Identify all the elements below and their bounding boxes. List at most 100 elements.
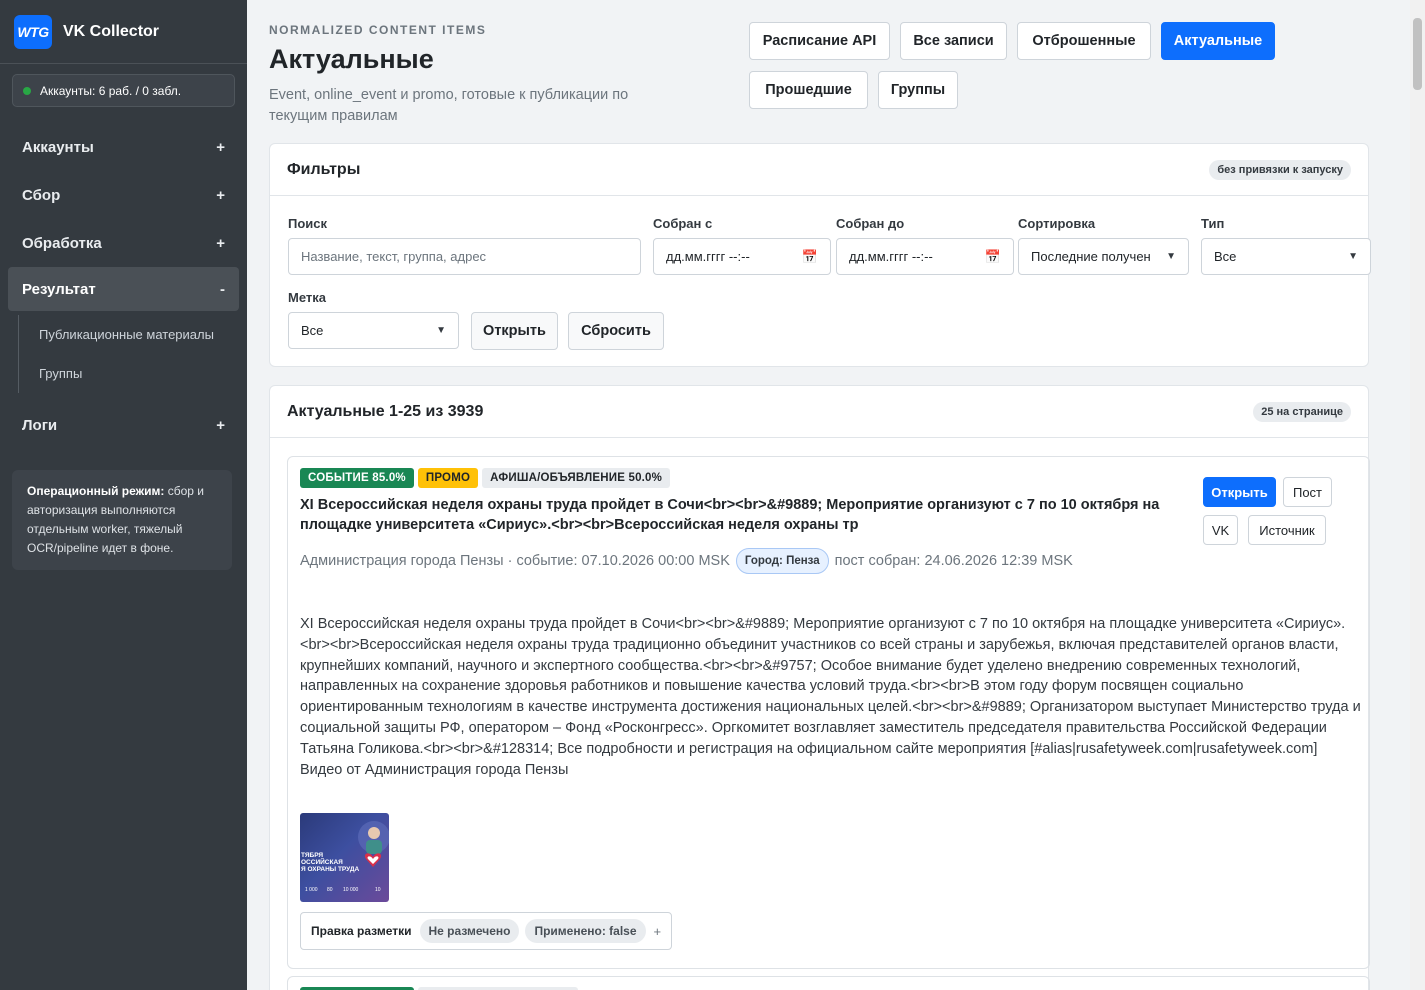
filter-reset-button[interactable]: Сбросить	[568, 312, 664, 350]
page-scrollbar[interactable]	[1410, 0, 1425, 990]
past-button[interactable]: Прошедшие	[749, 71, 868, 109]
expand-plus-icon[interactable]: +	[216, 235, 225, 252]
search-input[interactable]: Название, текст, группа, адрес	[288, 238, 641, 275]
chevron-down-icon: ▼	[1348, 251, 1358, 262]
item-post-button[interactable]: Пост	[1283, 477, 1332, 507]
results-title: Актуальные 1-25 из 3939	[287, 402, 484, 420]
all-records-button[interactable]: Все записи	[900, 22, 1007, 60]
search-label: Поиск	[288, 216, 328, 231]
search-placeholder: Название, текст, группа, адрес	[301, 249, 487, 264]
page-eyebrow: NORMALIZED CONTENT ITEMS	[269, 23, 487, 37]
sidebar-item-accounts[interactable]: Аккаунты +	[0, 123, 247, 171]
sidebar-item-label: Аккаунты	[22, 138, 94, 156]
sidebar-subitem-publications[interactable]: Публикационные материалы	[19, 315, 247, 354]
accounts-status-text: Аккаунты: 6 раб. / 0 забл.	[40, 83, 182, 98]
expand-plus-icon[interactable]: +	[216, 139, 225, 156]
filters-card: Фильтры без привязки к запуску Поиск Наз…	[269, 143, 1371, 367]
sidebar-subitem-groups[interactable]: Группы	[19, 354, 247, 393]
sidebar-item-label: Результат	[22, 280, 96, 298]
calendar-icon[interactable]: 📅	[985, 249, 1001, 265]
actual-button[interactable]: Актуальные	[1161, 22, 1275, 60]
promo-badge: ПРОМО	[417, 468, 479, 488]
filter-open-button[interactable]: Открыть	[471, 312, 558, 350]
markup-edit-bar[interactable]: Правка разметки Не размечено Применено: …	[300, 912, 673, 950]
sidebar-item-label: Логи	[22, 416, 58, 434]
tag-select[interactable]: Все ▼	[288, 312, 459, 349]
filters-title: Фильтры	[287, 160, 361, 178]
item-open-button[interactable]: Открыть	[1203, 477, 1276, 507]
sidebar-item-collect[interactable]: Сбор +	[0, 171, 247, 219]
item-text: XI Всероссийская неделя охраны труда про…	[300, 616, 1361, 778]
collected-to-label: Собран до	[836, 216, 905, 231]
item-vk-button[interactable]: VK	[1203, 515, 1238, 545]
item-source-button[interactable]: Источник	[1248, 515, 1326, 545]
calendar-icon[interactable]: 📅	[802, 249, 818, 265]
filters-scope-badge: без привязки к запуску	[1209, 159, 1351, 180]
sort-value: Последние получен	[1031, 249, 1151, 264]
collected-to-input[interactable]: дд.мм.гггг --:-- 📅	[836, 238, 1014, 275]
type-select[interactable]: Все ▼	[1201, 238, 1371, 275]
rejected-button[interactable]: Отброшенные	[1017, 22, 1151, 60]
tag-label: Метка	[288, 290, 326, 305]
per-page-badge: 25 на странице	[1253, 401, 1351, 422]
item-badges: СОБЫТИЕ 85.0% ПРОМО АФИША/ОБЪЯВЛЕНИЕ 50.…	[300, 468, 671, 488]
event-badge: СОБЫТИЕ 85.0%	[300, 468, 414, 488]
thumb-number: 80	[327, 887, 333, 893]
expand-plus-icon[interactable]: +	[216, 417, 225, 434]
sidebar-item-result[interactable]: Результат -	[8, 267, 239, 311]
collected-from-label: Собран с	[653, 216, 713, 231]
page-title: Актуальные	[269, 44, 434, 74]
api-schedule-button[interactable]: Расписание API	[749, 22, 890, 60]
type-value: Все	[1214, 249, 1237, 264]
markup-state-pill: Не размечено	[419, 919, 520, 943]
item-meta: Администрация города Пензы · событие: 07…	[300, 548, 1073, 574]
chevron-down-icon: ▼	[1166, 251, 1176, 262]
tag-value: Все	[301, 323, 324, 338]
collected-from-input[interactable]: дд.мм.гггг --:-- 📅	[653, 238, 831, 275]
thumb-number: 10	[375, 887, 381, 893]
brand[interactable]: WTG VK Collector	[0, 0, 247, 64]
sidebar-item-logs[interactable]: Логи +	[0, 401, 247, 449]
status-dot-icon	[23, 86, 31, 95]
thumbnail-art: ТЯБРЯ ОССИЙСКАЯ Я ОХРАНЫ ТРУДА 1 000 80 …	[301, 821, 389, 893]
announcement-badge: АФИША/ОБЪЯВЛЕНИЕ 50.0%	[482, 468, 671, 488]
markup-expand-icon[interactable]: +	[654, 924, 662, 939]
filters-header: Фильтры без привязки к запуску	[270, 144, 1368, 196]
item-title: XI Всероссийская неделя охраны труда про…	[300, 497, 1160, 533]
sidebar-item-label: Обработка	[22, 234, 102, 252]
thumb-number: 10 000	[343, 887, 359, 893]
type-label: Тип	[1201, 216, 1225, 231]
thumb-text-line: ТЯБРЯ	[301, 852, 323, 859]
result-subnav: Публикационные материалы Группы	[18, 315, 247, 393]
operational-mode-note: Операционный режим: сбор и авторизация в…	[12, 470, 232, 570]
expand-plus-icon[interactable]: +	[216, 187, 225, 204]
content-item-next	[287, 976, 1370, 990]
item-meta-collected: пост собран: 24.06.2026 12:39 MSK	[834, 553, 1073, 569]
item-meta-source: Администрация города Пензы · событие: 07…	[300, 553, 730, 569]
collected-to-placeholder: дд.мм.гггг --:--	[849, 249, 933, 264]
brand-name: VK Collector	[63, 22, 160, 40]
collected-from-placeholder: дд.мм.гггг --:--	[666, 249, 750, 264]
groups-button[interactable]: Группы	[878, 71, 958, 109]
results-card: Актуальные 1-25 из 3939 25 на странице С…	[269, 385, 1370, 990]
accounts-status[interactable]: Аккаунты: 6 раб. / 0 забл.	[12, 74, 235, 107]
chevron-down-icon: ▼	[436, 325, 446, 336]
content-item: СОБЫТИЕ 85.0% ПРОМО АФИША/ОБЪЯВЛЕНИЕ 50.…	[287, 456, 1370, 969]
thumb-number: 1 000	[305, 887, 318, 893]
main-content: NORMALIZED CONTENT ITEMS Актуальные Even…	[269, 0, 1389, 990]
sidebar-item-label: Сбор	[22, 186, 61, 204]
sidebar-item-processing[interactable]: Обработка +	[0, 219, 247, 267]
collapse-minus-icon[interactable]: -	[220, 281, 225, 298]
markup-applied-pill: Применено: false	[525, 919, 646, 943]
page-subtitle: Event, online_event и promo, готовые к п…	[269, 87, 629, 124]
item-thumbnail[interactable]: ТЯБРЯ ОССИЙСКАЯ Я ОХРАНЫ ТРУДА 1 000 80 …	[300, 813, 389, 902]
sort-label: Сортировка	[1018, 216, 1096, 231]
thumb-text-line: Я ОХРАНЫ ТРУДА	[301, 866, 360, 873]
city-badge: Город: Пенза	[735, 548, 829, 574]
results-header: Актуальные 1-25 из 3939 25 на странице	[270, 386, 1368, 438]
brand-logo: WTG	[14, 14, 52, 49]
markup-label: Правка разметки	[311, 924, 412, 938]
sort-select[interactable]: Последние получен ▼	[1018, 238, 1189, 275]
sidebar-nav: Аккаунты + Сбор + Обработка + Результат …	[0, 123, 247, 449]
scrollbar-thumb[interactable]	[1413, 18, 1422, 90]
